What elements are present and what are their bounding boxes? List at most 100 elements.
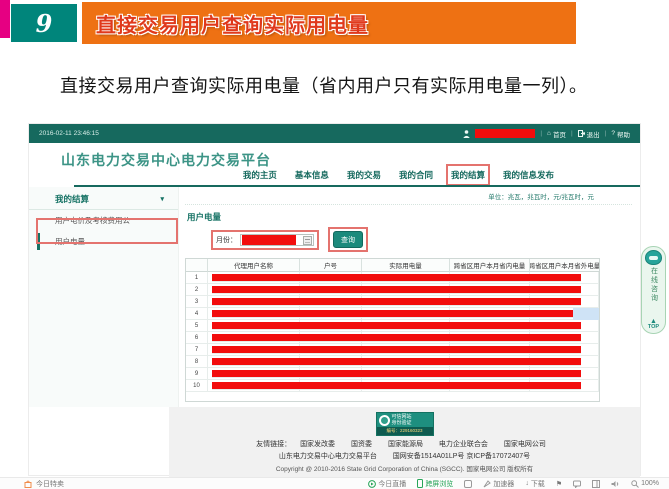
help-link[interactable]: ? 帮助 xyxy=(611,129,630,139)
table-row-selected[interactable]: 4 xyxy=(186,308,599,320)
footer-link-ndrc[interactable]: 国家发改委 xyxy=(300,441,335,448)
main-panel: 单位：兆瓦，兆瓦时，元/兆瓦时，元 用户电量 月份： 查询 xyxy=(179,187,640,407)
live-stream-item[interactable]: 今日直播 xyxy=(368,479,406,489)
browser-status-bar: 今日特卖 今日直播 跨屏浏览 加速器 ↓ 下载 ⚑ xyxy=(0,477,669,489)
redacted-month-value xyxy=(242,235,296,245)
panel-title: 用户电量 xyxy=(187,211,632,223)
layout-icon[interactable] xyxy=(592,480,600,488)
nav-my-home[interactable]: 我的主页 xyxy=(243,169,277,181)
query-form: 月份： 查询 xyxy=(211,227,632,252)
help-icon: ? xyxy=(611,130,615,137)
units-note: 单位：兆瓦，兆瓦时，元/兆瓦时，元 xyxy=(185,187,632,205)
window-icon[interactable] xyxy=(464,480,472,488)
table-row[interactable]: 3 xyxy=(186,296,599,308)
nav-my-settlement[interactable]: 我的结算 xyxy=(451,169,485,181)
cross-screen-item[interactable]: 跨屏浏览 xyxy=(417,479,453,489)
footer-icp: 国网安备1514A01LP号 京ICP备17072407号 xyxy=(393,453,530,460)
slide-page: 9 直接交易用户查询实际用电量 直接交易用户查询实际用电量（省内用户只有实际用电… xyxy=(0,0,669,489)
online-service-widget[interactable]: 在线咨询 ▲ TOP xyxy=(641,246,666,334)
app-screenshot: 2016-02-11 23:46:15 | ⌂ 首页 | 退出 | ? 帮助 xyxy=(28,123,641,476)
table-row[interactable]: 2 xyxy=(186,284,599,296)
user-icon xyxy=(463,130,470,138)
globe-icon xyxy=(379,415,390,426)
accent-strip xyxy=(0,0,10,38)
slide-number: 9 xyxy=(11,4,77,42)
chat-icon[interactable] xyxy=(573,480,581,488)
speaker-icon[interactable] xyxy=(611,480,620,488)
query-button[interactable]: 查询 xyxy=(333,231,363,248)
footer-site-name: 山东电力交易中心电力交易平台 xyxy=(279,453,377,460)
redacted-row-data xyxy=(212,322,581,330)
table-row[interactable]: 9 xyxy=(186,368,599,380)
redacted-row-data xyxy=(212,334,581,342)
redacted-row-data xyxy=(212,370,581,378)
magnifier-icon xyxy=(631,480,639,488)
caret-down-icon: ▾ xyxy=(160,195,164,203)
nav-my-trade[interactable]: 我的交易 xyxy=(347,169,381,181)
platform-logo: 山东电力交易中心电力交易平台 xyxy=(61,150,271,170)
play-circle-icon xyxy=(368,480,376,488)
redacted-row-data xyxy=(212,274,581,282)
phone-icon xyxy=(417,479,423,488)
app-footer: 可信网站 身份验证 编号：229160323 友情链接： 国家发改委 国资委 国… xyxy=(169,407,640,477)
col-index xyxy=(186,259,208,272)
sidebar-item-user-energy[interactable]: 用户电量 xyxy=(29,231,178,252)
logout-link[interactable]: 退出 xyxy=(578,129,600,139)
calendar-icon[interactable] xyxy=(303,236,312,245)
footer-link-nea[interactable]: 国家能源局 xyxy=(388,441,423,448)
table-row[interactable]: 7 xyxy=(186,344,599,356)
month-annotation-box: 月份： xyxy=(211,230,319,250)
trusted-site-badge[interactable]: 可信网站 身份验证 编号：229160323 xyxy=(376,412,434,436)
col-account-no: 户号 xyxy=(300,259,362,272)
table-row[interactable]: 5 xyxy=(186,320,599,332)
daily-sale-item[interactable]: 今日特卖 xyxy=(24,479,64,489)
friend-links: 友情链接： 国家发改委 国资委 国家能源局 电力企业联合会 国家电网公司 xyxy=(169,439,640,449)
redacted-row-data xyxy=(212,346,581,354)
col-agent-user-name: 代理用户名称 xyxy=(208,259,300,272)
footer-link-sasac[interactable]: 国资委 xyxy=(351,441,372,448)
redacted-row-data xyxy=(212,358,581,366)
footer-link-sgcc[interactable]: 国家电网公司 xyxy=(504,441,546,448)
download-icon: ↓ xyxy=(525,480,529,487)
friend-links-label: 友情链接： xyxy=(256,441,291,448)
energy-table: 代理用户名称 户号 实际用电量 跨省区用户本月省内电量 跨省区用户本月省外电量 … xyxy=(185,258,600,402)
zoom-level: 100% xyxy=(641,480,659,487)
home-link[interactable]: ⌂ 首页 xyxy=(547,129,566,139)
footer-site-line: 山东电力交易中心电力交易平台 国网安备1514A01LP号 京ICP备17072… xyxy=(169,451,640,461)
table-row[interactable]: 1 xyxy=(186,272,599,284)
back-to-top-button[interactable]: ▲ TOP xyxy=(648,318,659,331)
logout-icon xyxy=(578,130,585,137)
redacted-row-data xyxy=(212,310,581,318)
main-nav: 我的主页 基本信息 我的交易 我的合同 我的结算 我的信息发布 xyxy=(243,169,554,181)
footer-link-cec[interactable]: 电力企业联合会 xyxy=(439,441,488,448)
redacted-row-data xyxy=(212,382,581,390)
slide-subtitle: 直接交易用户查询实际用电量（省内用户只有实际用电量一列）。 xyxy=(60,72,588,98)
redacted-row-data xyxy=(212,298,581,306)
nav-my-info-publish[interactable]: 我的信息发布 xyxy=(503,169,554,181)
flag-icon[interactable]: ⚑ xyxy=(556,480,562,488)
online-service-label: 在线咨询 xyxy=(649,267,659,303)
query-annotation-box: 查询 xyxy=(328,227,368,252)
month-input[interactable] xyxy=(240,234,314,246)
badge-number: 编号：229160323 xyxy=(377,427,433,435)
nav-my-contract[interactable]: 我的合同 xyxy=(399,169,433,181)
table-filler xyxy=(186,392,599,401)
app-topbar: 2016-02-11 23:46:15 | ⌂ 首页 | 退出 | ? 帮助 xyxy=(29,124,640,143)
table-row[interactable]: 10 xyxy=(186,380,599,392)
sidebar-header[interactable]: 我的结算 ▾ xyxy=(29,190,178,210)
service-mascot-icon xyxy=(645,250,662,265)
gift-bag-icon xyxy=(24,480,32,488)
redacted-username xyxy=(475,129,535,138)
download-item[interactable]: ↓ 下载 xyxy=(525,479,545,489)
table-row[interactable]: 6 xyxy=(186,332,599,344)
sidebar-item-price-publicity[interactable]: 用户电价及考核费用公 xyxy=(29,210,178,231)
app-content: 我的结算 ▾ 用户电价及考核费用公 用户电量 单位：兆瓦，兆瓦时，元/兆瓦时，元… xyxy=(29,187,640,407)
rocket-icon xyxy=(483,480,491,488)
table-row[interactable]: 8 xyxy=(186,356,599,368)
nav-basic-info[interactable]: 基本信息 xyxy=(295,169,329,181)
accelerator-item[interactable]: 加速器 xyxy=(483,479,514,489)
home-icon: ⌂ xyxy=(547,130,551,137)
timestamp: 2016-02-11 23:46:15 xyxy=(39,130,99,137)
page-zoom-item[interactable]: 100% xyxy=(631,480,659,488)
col-intra-province: 跨省区用户本月省内电量 xyxy=(450,259,530,272)
